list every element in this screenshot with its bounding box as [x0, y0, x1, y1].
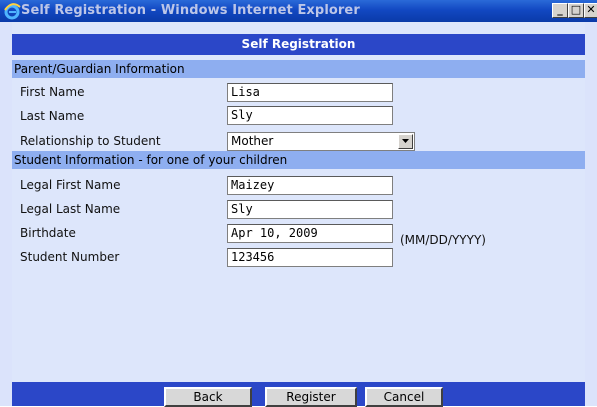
browser-window: Self Registration - Windows Internet Exp… — [0, 0, 597, 407]
register-button[interactable]: Register — [265, 387, 357, 407]
relationship-select[interactable]: Mother — [227, 132, 415, 151]
first-name-field[interactable]: Lisa — [227, 83, 393, 102]
cancel-button[interactable]: Cancel — [365, 387, 443, 407]
legal-first-name-field[interactable]: Maizey — [227, 176, 393, 195]
back-button[interactable]: Back — [164, 387, 252, 407]
legal-first-name-label: Legal First Name — [20, 178, 121, 192]
first-name-label: First Name — [20, 85, 85, 99]
internet-explorer-icon — [3, 2, 21, 20]
parent-section-header: Parent/Guardian Information — [12, 60, 585, 78]
student-section-header: Student Information - for one of your ch… — [12, 151, 585, 169]
legal-last-name-field[interactable]: Sly — [227, 200, 393, 219]
window-title: Self Registration - Windows Internet Exp… — [21, 3, 360, 18]
maximize-button[interactable]: □ — [568, 3, 584, 18]
birthdate-format-hint: (MM/DD/YYYY) — [400, 233, 486, 247]
student-number-field[interactable]: 123456 — [227, 248, 393, 267]
minimize-button[interactable]: _ — [552, 3, 568, 18]
form-header: Self Registration — [12, 34, 585, 55]
close-button[interactable]: ✕ — [584, 3, 597, 18]
legal-last-name-label: Legal Last Name — [20, 202, 121, 216]
relationship-label: Relationship to Student — [20, 134, 161, 148]
student-number-label: Student Number — [20, 250, 120, 264]
form-content: Self Registration Parent/Guardian Inform… — [12, 22, 585, 407]
birthdate-label: Birthdate — [20, 226, 76, 240]
title-bar: Self Registration - Windows Internet Exp… — [0, 0, 597, 22]
birthdate-field[interactable]: Apr 10, 2009 — [227, 224, 393, 243]
last-name-field[interactable]: Sly — [227, 106, 393, 125]
chevron-down-icon[interactable] — [398, 134, 413, 149]
relationship-value: Mother — [231, 134, 274, 148]
last-name-label: Last Name — [20, 109, 85, 123]
